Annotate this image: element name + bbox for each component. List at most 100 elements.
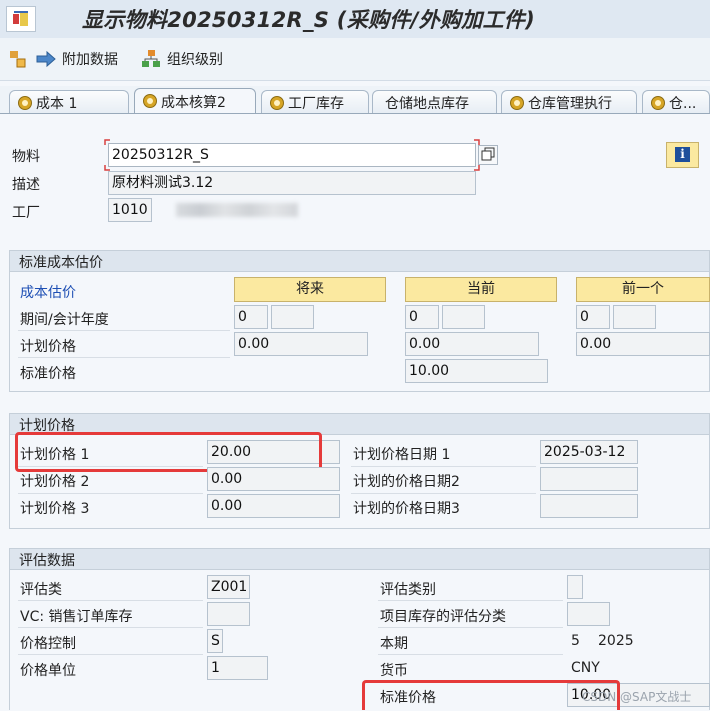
cost-estimate-label: 成本估价 (20, 285, 76, 301)
row-divider (18, 654, 203, 655)
additional-data-label: 附加数据 (62, 52, 118, 68)
future-column-button[interactable]: 将来 (234, 277, 386, 302)
planned-price-date-3-label: 计划的价格日期3 (353, 501, 460, 517)
previous-year-field[interactable] (613, 305, 656, 329)
project-stock-val-class-field[interactable] (567, 602, 610, 626)
planned-price-date-1-label: 计划价格日期 1 (353, 447, 451, 463)
info-icon: i (675, 147, 690, 162)
coin-icon (651, 96, 665, 110)
standard-price-label: 标准价格 (20, 366, 76, 382)
planned-price-date-1-field[interactable]: 2025-03-12 (540, 440, 638, 464)
application-toolbar: 附加数据 组织级别 (0, 38, 710, 81)
previous-column-button[interactable]: 前一个 (576, 277, 710, 302)
coin-icon (18, 96, 32, 110)
currency-label: 货币 (380, 663, 408, 679)
current-year-field[interactable] (442, 305, 485, 329)
current-period-value: 5 (571, 633, 580, 649)
group-header: 标准成本估价 (10, 251, 709, 272)
tab-label: 仓储地点库存 (385, 95, 469, 112)
group-title: 评估数据 (19, 553, 75, 569)
valuation-class-label: 评估类 (20, 582, 62, 598)
tab-label: 成本核算2 (161, 95, 226, 111)
valuation-category-label: 评估类别 (380, 582, 436, 598)
planned-price-2-field[interactable]: 0.00 (207, 467, 340, 491)
window-title: 显示物料20250312R_S (采购件/外购加工件) (82, 8, 535, 32)
row-divider (378, 654, 563, 655)
current-column-button[interactable]: 当前 (405, 277, 557, 302)
row-divider (18, 466, 203, 467)
current-period-label: 本期 (380, 636, 408, 652)
watermark: CSDN @SAP文战士 (582, 690, 692, 704)
valuation-category-field[interactable] (567, 575, 583, 599)
current-period-field[interactable]: 0 (405, 305, 439, 329)
arrow-right-icon (36, 50, 56, 68)
tab-costing-2[interactable]: 成本核算2 (134, 88, 256, 115)
planned-price-3-field[interactable]: 0.00 (207, 494, 340, 518)
planned-price-2-label: 计划价格 2 (20, 474, 90, 490)
project-stock-val-class-label: 项目库存的评估分类 (380, 609, 506, 625)
price-control-label: 价格控制 (20, 636, 76, 652)
required-field-markers (104, 139, 480, 171)
material-label: 物料 (12, 149, 40, 165)
row-divider (378, 600, 563, 601)
copy-icon (481, 147, 495, 161)
future-planned-price-field[interactable]: 0.00 (234, 332, 368, 356)
planned-price-date-3-field[interactable] (540, 494, 638, 518)
tab-label: 工厂库存 (288, 95, 344, 112)
blurred-plant-name (176, 203, 298, 217)
row-divider (18, 493, 203, 494)
vc-sales-order-stock-field[interactable] (207, 602, 250, 626)
copy-button[interactable] (478, 145, 498, 165)
row-divider (351, 493, 536, 494)
org-levels-button[interactable]: 组织级别 (141, 48, 223, 70)
previous-period-field[interactable]: 0 (576, 305, 610, 329)
valuation-class-field[interactable]: Z001 (207, 575, 250, 599)
title-bar: 显示物料20250312R_S (采购件/外购加工件) (0, 0, 710, 39)
current-planned-price-field[interactable]: 0.00 (405, 332, 539, 356)
coin-icon (143, 94, 157, 108)
tab-storage-location-stock[interactable]: 仓储地点库存 (372, 90, 497, 114)
price-control-field[interactable]: S (207, 629, 223, 653)
future-year-field[interactable] (271, 305, 314, 329)
menu-icon[interactable] (6, 6, 36, 32)
coin-icon (270, 96, 284, 110)
previous-planned-price-field[interactable]: 0.00 (576, 332, 710, 356)
plant-field[interactable]: 1010 (108, 198, 152, 222)
row-divider (18, 330, 230, 331)
hierarchy-icon (10, 51, 26, 68)
tab-more[interactable]: 仓... (642, 90, 710, 114)
row-divider (18, 600, 203, 601)
tab-label: 仓库管理执行 (528, 95, 612, 112)
tab-label: 成本 1 (36, 95, 78, 112)
vc-sales-order-stock-label: VC: 销售订单库存 (20, 609, 133, 625)
tab-label: 仓... (669, 95, 697, 112)
row-divider (378, 627, 563, 628)
description-field[interactable]: 原材料测试3.12 (108, 171, 476, 195)
price-unit-label: 价格单位 (20, 663, 76, 679)
tab-plant-stock[interactable]: 工厂库存 (261, 90, 369, 114)
row-divider (18, 357, 230, 358)
price-unit-field[interactable]: 1 (207, 656, 268, 680)
info-button[interactable]: i (666, 142, 699, 168)
planned-price-3-label: 计划价格 3 (20, 501, 90, 517)
group-title: 标准成本估价 (19, 255, 103, 271)
planned-price-date-2-field[interactable] (540, 467, 638, 491)
description-label: 描述 (12, 177, 40, 193)
row-divider (18, 627, 203, 628)
planned-price-label: 计划价格 (20, 339, 76, 355)
coin-icon (510, 96, 524, 110)
row-divider (351, 466, 536, 467)
current-year-value: 2025 (598, 633, 634, 649)
group-header: 评估数据 (10, 549, 709, 570)
tab-warehouse-mgmt[interactable]: 仓库管理执行 (501, 90, 637, 114)
toolbar-first-icon[interactable] (8, 48, 28, 70)
period-fiscal-year-label: 期间/会计年度 (20, 312, 109, 328)
tab-strip: 成本 1 成本核算2 工厂库存 仓储地点库存 仓库管理执行 仓... (0, 86, 710, 115)
current-standard-price-field[interactable]: 10.00 (405, 359, 548, 383)
planned-price-date-2-label: 计划的价格日期2 (353, 474, 460, 490)
additional-data-button[interactable]: 附加数据 (36, 48, 118, 70)
plant-label: 工厂 (12, 205, 40, 221)
tab-costing-1[interactable]: 成本 1 (9, 90, 129, 114)
currency-value: CNY (571, 660, 600, 676)
future-period-field[interactable]: 0 (234, 305, 268, 329)
